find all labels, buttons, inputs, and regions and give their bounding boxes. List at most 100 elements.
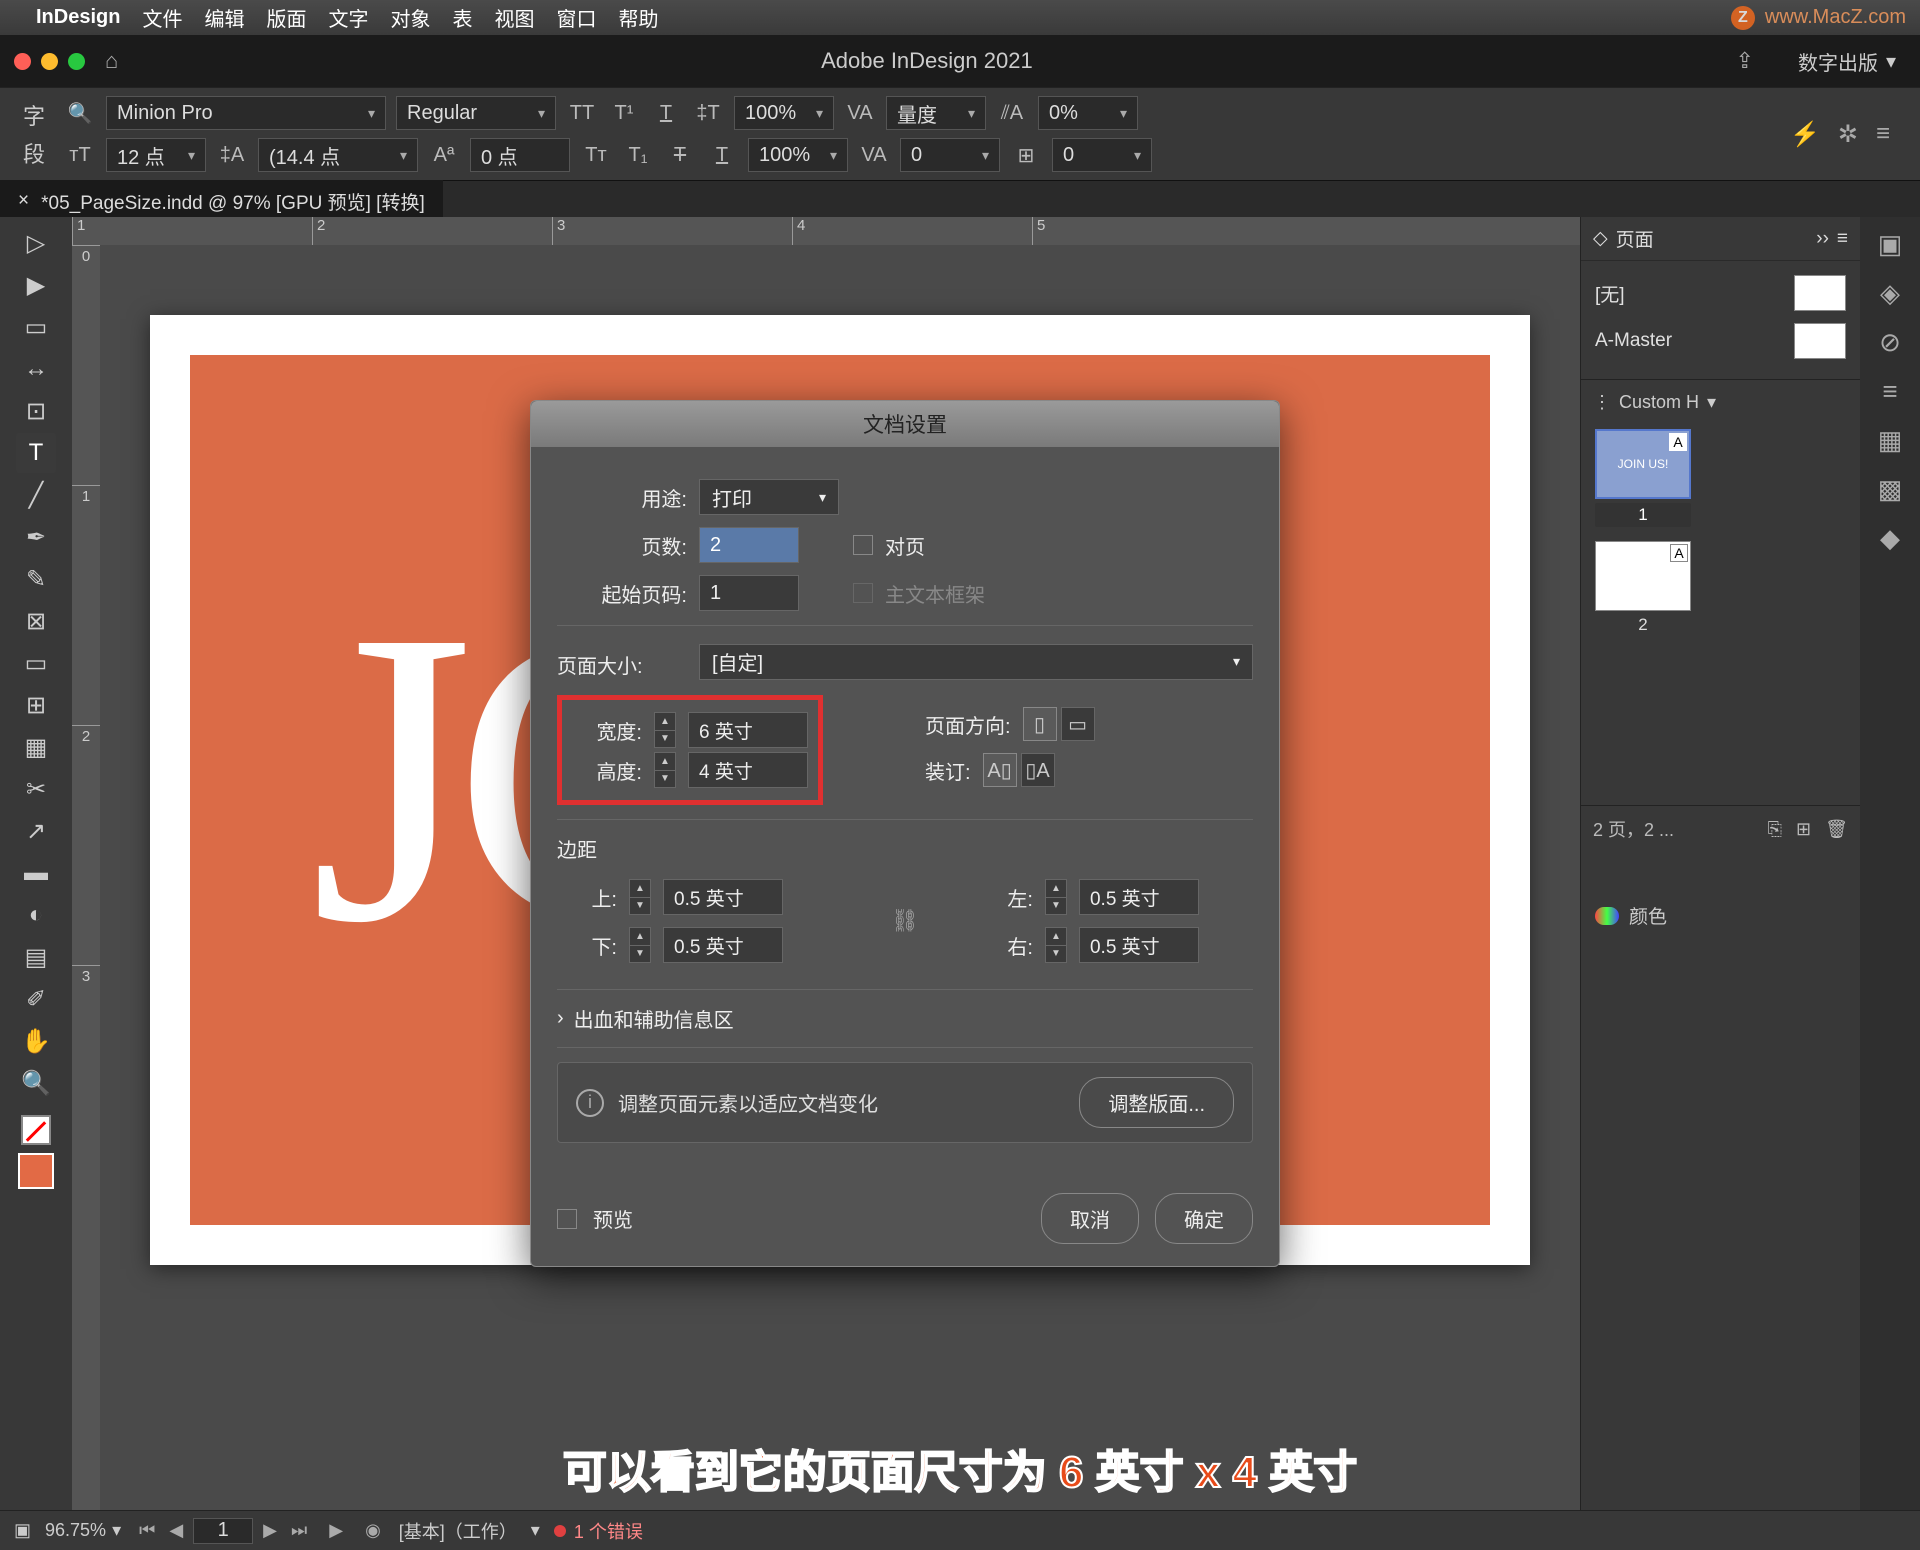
next-page-icon[interactable]: ▶ — [259, 1520, 281, 1541]
paragraph-mode-icon[interactable]: 段 — [23, 137, 45, 169]
page-tool-icon[interactable]: ▭ — [16, 307, 56, 347]
pages-strip-icon[interactable]: ▣ — [1878, 229, 1903, 260]
flash-icon[interactable]: ⚡ — [1790, 120, 1820, 149]
subscript-icon[interactable]: T₁ — [622, 139, 654, 171]
pen-tool-icon[interactable]: ✒ — [16, 517, 56, 557]
baseline-field[interactable]: 0 点 — [470, 138, 570, 172]
cancel-button[interactable]: 取消 — [1041, 1193, 1139, 1244]
profile-arrow-icon[interactable]: ▾ — [531, 1520, 540, 1541]
width-input[interactable]: 6 英寸 — [688, 712, 808, 748]
grid2-icon[interactable]: ▦ — [16, 727, 56, 767]
gap-tool-icon[interactable]: ↔ — [16, 349, 56, 389]
selection-tool-icon[interactable]: ▷ — [16, 223, 56, 263]
fill-swatch-icon[interactable] — [21, 1115, 51, 1145]
menu-edit[interactable]: 编辑 — [204, 3, 244, 32]
eyedropper-tool-icon[interactable]: ✐ — [16, 979, 56, 1019]
layers-strip-icon[interactable]: ◈ — [1880, 278, 1900, 309]
open-icon[interactable]: ◉ — [361, 1520, 385, 1541]
margin-bottom-input[interactable]: 0.5 英寸 — [663, 927, 783, 963]
leading-field[interactable]: (14.4 点▾ — [258, 138, 418, 172]
zoom-tool-icon[interactable]: 🔍 — [16, 1063, 56, 1103]
profile-label[interactable]: [基本]（工作） — [399, 1518, 517, 1544]
gear-icon[interactable]: ✲ — [1838, 120, 1858, 149]
master-none-row[interactable]: [无] — [1595, 269, 1846, 317]
menu-view[interactable]: 视图 — [494, 3, 534, 32]
collapse-icon[interactable]: ›› — [1816, 228, 1829, 250]
stroke-strip-icon[interactable]: ≡ — [1882, 376, 1897, 407]
home-icon[interactable]: ⌂ — [105, 48, 118, 74]
superscript-icon[interactable]: T¹ — [608, 97, 640, 129]
width-stepper[interactable]: ▲▼ — [654, 712, 676, 748]
free-transform-icon[interactable]: ↗ — [16, 811, 56, 851]
strikethrough-icon[interactable]: T — [664, 139, 696, 171]
fontsize-field[interactable]: 12 点▾ — [106, 138, 206, 172]
menu-table[interactable]: 表 — [452, 3, 472, 32]
grid-icon[interactable]: ⊞ — [16, 685, 56, 725]
gradient-feather-icon[interactable]: ◐ — [16, 895, 56, 935]
font-family-field[interactable]: Minion Pro▾ — [106, 96, 386, 130]
allcaps-icon[interactable]: TT — [566, 97, 598, 129]
binding-rtl-button[interactable]: ▯A — [1021, 753, 1055, 787]
minimize-window-icon[interactable] — [41, 53, 58, 70]
maximize-window-icon[interactable] — [68, 53, 85, 70]
links-strip-icon[interactable]: ⊘ — [1879, 327, 1901, 358]
hand-tool-icon[interactable]: ✋ — [16, 1021, 56, 1061]
preview-checkbox[interactable] — [557, 1209, 577, 1229]
direct-selection-tool-icon[interactable]: ▶ — [16, 265, 56, 305]
font-style-field[interactable]: Regular▾ — [396, 96, 556, 130]
delete-page-icon[interactable]: 🗑 — [1825, 819, 1848, 840]
cc-strip-icon[interactable]: ▦ — [1878, 425, 1903, 456]
intent-select[interactable]: 打印▾ — [699, 479, 839, 515]
character-mode-icon[interactable]: 字 — [23, 99, 45, 131]
page-thumb-1[interactable]: JOIN US!A 1 — [1595, 429, 1691, 527]
margin-top-input[interactable]: 0.5 英寸 — [663, 879, 783, 915]
underline-icon[interactable]: T — [650, 97, 682, 129]
new-page-icon[interactable]: ⊞ — [1796, 819, 1811, 840]
content-collector-icon[interactable]: ⊡ — [16, 391, 56, 431]
gradient-swatch-icon[interactable]: ▬ — [16, 853, 56, 893]
landscape-button[interactable]: ▭ — [1061, 707, 1095, 741]
hscale-field[interactable]: 100%▾ — [748, 138, 848, 172]
margin-right-stepper[interactable]: ▲▼ — [1045, 927, 1067, 963]
vscale-field[interactable]: 100%▾ — [734, 96, 834, 130]
note-tool-icon[interactable]: ▤ — [16, 937, 56, 977]
play-icon[interactable]: ▶ — [325, 1520, 347, 1541]
margin-right-input[interactable]: 0.5 英寸 — [1079, 927, 1199, 963]
adjust-layout-button[interactable]: 调整版面... — [1079, 1077, 1234, 1128]
prev-page-icon[interactable]: ◀ — [165, 1520, 187, 1541]
menu-window[interactable]: 窗口 — [556, 3, 596, 32]
vertical-ruler[interactable]: 0 1 2 3 — [72, 245, 100, 1510]
line-tool-icon[interactable]: ╱ — [16, 475, 56, 515]
color-panel-collapsed[interactable]: 颜色 — [1581, 892, 1860, 939]
grid-field[interactable]: 0▾ — [1052, 138, 1152, 172]
statusbar-icon[interactable]: ▣ — [14, 1520, 31, 1541]
height-stepper[interactable]: ▲▼ — [654, 752, 676, 788]
menu-file[interactable]: 文件 — [142, 3, 182, 32]
menu-layout[interactable]: 版面 — [266, 3, 306, 32]
pages-input[interactable] — [699, 527, 799, 563]
scissors-tool-icon[interactable]: ✂ — [16, 769, 56, 809]
smallcaps-icon[interactable]: Tᴛ — [580, 139, 612, 171]
margin-left-stepper[interactable]: ▲▼ — [1045, 879, 1067, 915]
margin-bottom-stepper[interactable]: ▲▼ — [629, 927, 651, 963]
kerning-field[interactable]: 量度▾ — [886, 96, 986, 130]
stroke-swatch-icon[interactable] — [18, 1153, 54, 1189]
rectangle-frame-icon[interactable]: ⊠ — [16, 601, 56, 641]
page-number-field[interactable]: 1 — [193, 1518, 253, 1544]
menu-help[interactable]: 帮助 — [618, 3, 658, 32]
tracking-field[interactable]: 0▾ — [900, 138, 1000, 172]
menu-type[interactable]: 文字 — [328, 3, 368, 32]
portrait-button[interactable]: ▯ — [1023, 707, 1057, 741]
pencil-tool-icon[interactable]: ✎ — [16, 559, 56, 599]
pagesize-select[interactable]: [自定]▾ — [699, 644, 1253, 680]
publish-dropdown[interactable]: 数字出版▾ — [1788, 41, 1906, 82]
zoom-field[interactable]: 96.75%▾ — [45, 1520, 121, 1541]
last-page-icon[interactable]: ⏭ — [287, 1520, 311, 1541]
start-page-input[interactable] — [699, 575, 799, 611]
master-a-row[interactable]: A-Master — [1595, 317, 1846, 365]
panel-menu-icon[interactable]: ≡ — [1837, 228, 1848, 250]
spread-header[interactable]: ⋮Custom H▾ — [1581, 386, 1860, 419]
height-input[interactable]: 4 英寸 — [688, 752, 808, 788]
pages-panel-header[interactable]: ◇页面 ››≡ — [1581, 217, 1860, 261]
horizontal-ruler[interactable]: 1 2 3 4 5 — [72, 217, 1580, 245]
